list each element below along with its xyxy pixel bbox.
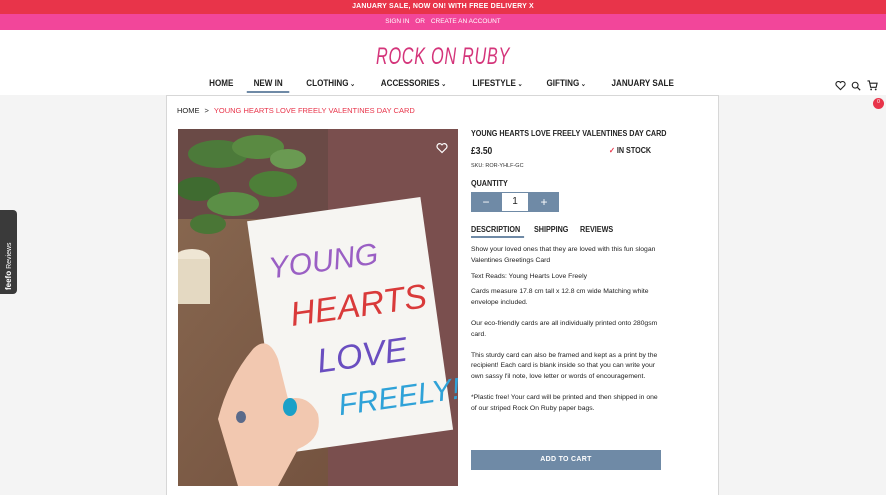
product-description: Show your loved ones that they are loved…: [471, 245, 661, 415]
product-info: YOUNG HEARTS LOVE FREELY VALENTINES DAY …: [471, 129, 667, 420]
description-paragraph: Text Reads: Young Hearts Love Freely: [471, 272, 587, 280]
product-sku: SKU: ROR-YHLF-GC: [471, 163, 524, 169]
chevron-down-icon: ⌄: [349, 81, 355, 88]
description-paragraph: *Plastic free! Your card will be printed…: [471, 393, 658, 412]
nav-lifestyle[interactable]: LIFESTYLE ⌄: [466, 77, 530, 93]
quantity-input[interactable]: 1: [501, 192, 529, 212]
create-account-link[interactable]: CREATE AN ACCOUNT: [431, 18, 501, 25]
main-nav: HOME NEW IN CLOTHING ⌄ ACCESSORIES ⌄ LIFES…: [0, 77, 886, 93]
product-title: YOUNG HEARTS LOVE FREELY VALENTINES DAY …: [471, 129, 667, 138]
check-icon: ✓: [609, 146, 616, 155]
nav-gifting[interactable]: GIFTING ⌄: [540, 77, 593, 93]
account-bar: SIGN IN OR CREATE AN ACCOUNT: [0, 14, 886, 30]
breadcrumb-current: YOUNG HEARTS LOVE FREELY VALENTINES DAY …: [213, 106, 415, 115]
description-paragraph: Cards measure 17.8 cm tall x 12.8 cm wid…: [471, 288, 649, 307]
cart-count-badge: 0: [873, 98, 884, 109]
breadcrumb: HOME > YOUNG HEARTS LOVE FREELY VALENTINES…: [177, 106, 415, 115]
sign-in-link[interactable]: SIGN IN: [385, 18, 409, 25]
nav-home[interactable]: HOME: [202, 77, 240, 93]
product-image[interactable]: YOUNG HEARTS LOVE FREELY!: [178, 129, 458, 486]
promo-banner[interactable]: JANUARY SALE, NOW ON! WITH FREE DELIVERY…: [0, 0, 886, 14]
tab-description[interactable]: DESCRIPTION: [471, 225, 524, 238]
product-content: HOME > YOUNG HEARTS LOVE FREELY VALENTINES…: [166, 95, 719, 495]
site-logo[interactable]: ROCK ON RUBY: [373, 36, 513, 74]
description-paragraph: This sturdy card can also be framed and …: [471, 351, 658, 381]
product-price: £3.50: [471, 146, 493, 157]
feefo-reviews-text: Reviews: [6, 242, 13, 269]
wishlist-heart-icon[interactable]: [436, 141, 448, 154]
description-paragraph: Our eco-friendly cards are all individua…: [471, 319, 658, 338]
description-paragraph: Show your loved ones that they are loved…: [471, 246, 656, 264]
breadcrumb-separator: >: [204, 106, 209, 115]
tab-shipping[interactable]: SHIPPING: [534, 225, 572, 238]
feefo-brand: feefo: [4, 270, 13, 290]
nav-new-in[interactable]: NEW IN: [247, 77, 290, 93]
nav-clothing[interactable]: CLOTHING ⌄: [299, 77, 361, 93]
quantity-decrease-button[interactable]: −: [471, 192, 501, 212]
breadcrumb-home[interactable]: HOME: [177, 106, 200, 115]
add-to-cart-button[interactable]: ADD TO CART: [471, 450, 661, 470]
quantity-increase-button[interactable]: +: [529, 192, 559, 212]
quantity-stepper: − 1 +: [471, 192, 559, 212]
feefo-reviews-tab[interactable]: feefo Reviews: [0, 210, 17, 294]
tab-reviews[interactable]: REVIEWS: [580, 225, 617, 238]
feefo-label: feefo Reviews: [4, 242, 13, 290]
chevron-down-icon: ⌄: [581, 81, 587, 88]
product-tabs: DESCRIPTION SHIPPING REVIEWS: [471, 225, 661, 238]
chevron-down-icon: ⌄: [517, 81, 523, 88]
nav-january-sale[interactable]: JANUARY SALE: [604, 77, 680, 93]
or-text: OR: [415, 18, 425, 25]
nav-accessories[interactable]: ACCESSORIES ⌄: [374, 77, 453, 93]
stock-status: ✓ IN STOCK: [609, 146, 652, 155]
quantity-label: QUANTITY: [471, 179, 508, 188]
chevron-down-icon: ⌄: [441, 81, 447, 88]
site-header: ROCK ON RUBY 0 HOME NEW IN CLOTHING ⌄ ACC…: [0, 30, 886, 109]
logo-text: ROCK ON RUBY: [376, 43, 511, 70]
